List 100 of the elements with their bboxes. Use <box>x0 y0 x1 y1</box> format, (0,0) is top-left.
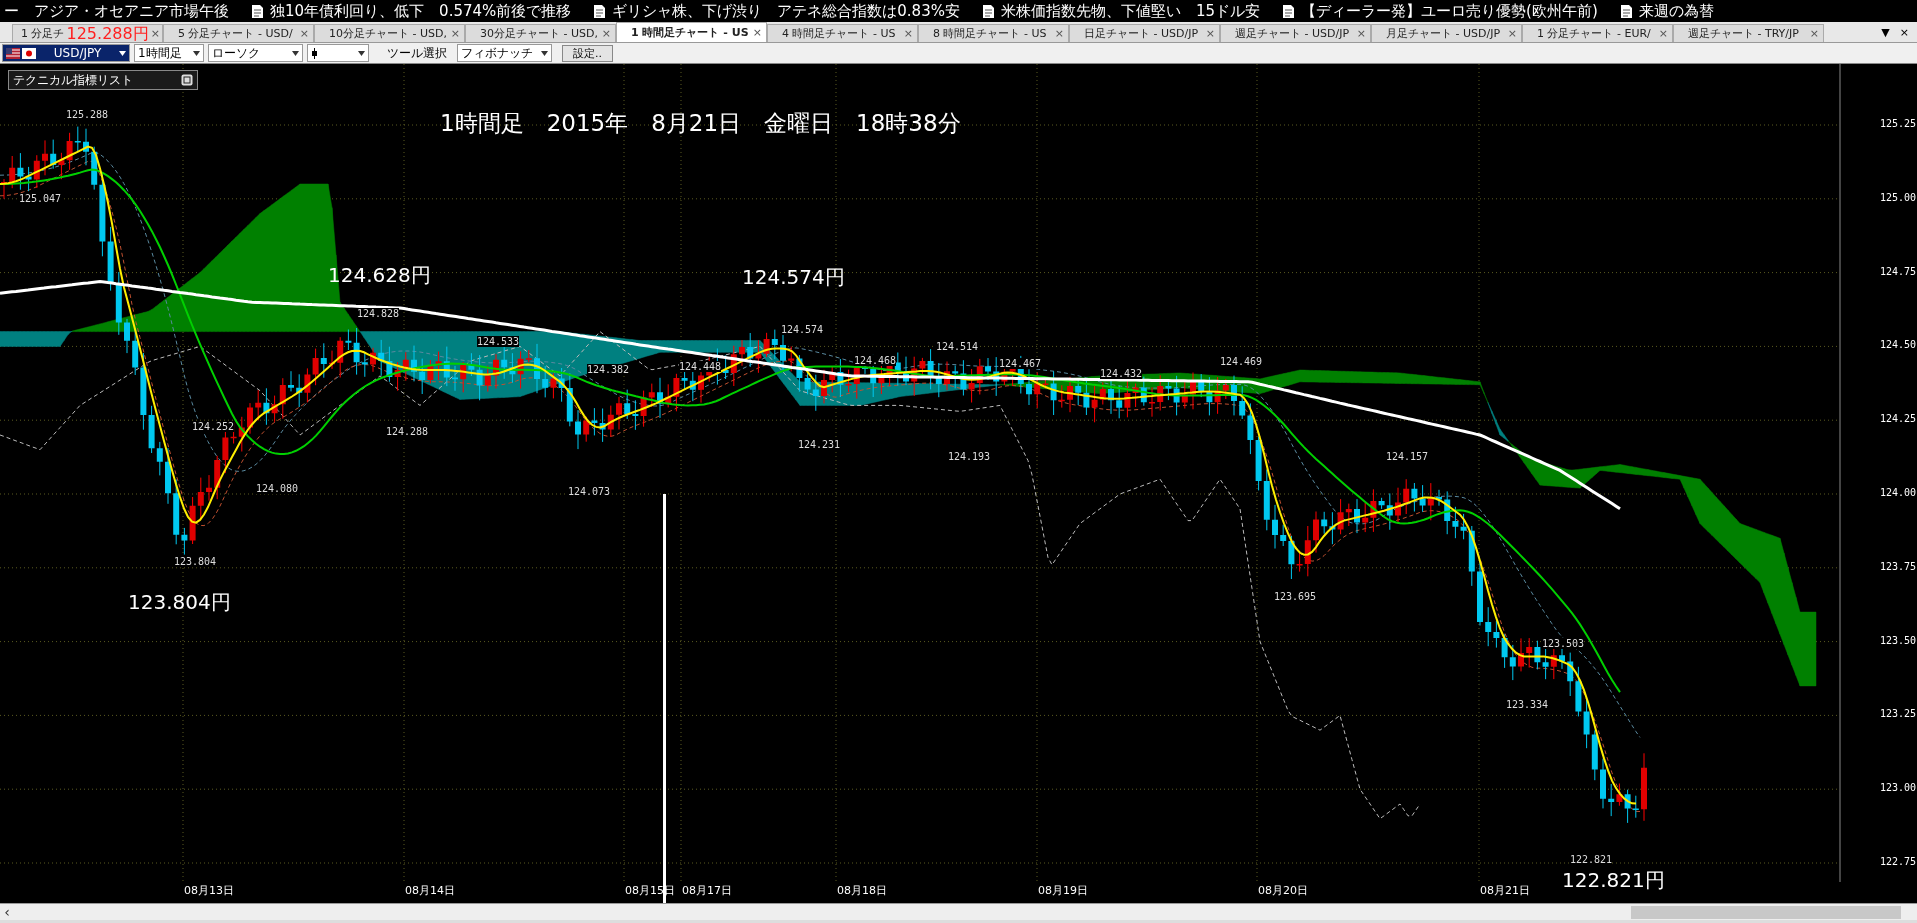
y-axis-label: 123.25 <box>1880 708 1917 720</box>
price-label: 124.432 <box>1100 368 1143 379</box>
price-label: 124.193 <box>948 451 991 462</box>
y-axis-label: 124.25 <box>1880 413 1917 425</box>
scrollbar-thumb[interactable] <box>1631 905 1901 919</box>
panel-title: テクニカル指標リスト <box>13 71 133 89</box>
candlestick-icon <box>311 47 318 59</box>
chart-tab[interactable]: 4 時間足チャート - US × <box>767 24 918 42</box>
restore-icon[interactable] <box>181 74 193 86</box>
chart-tab[interactable]: 10分足チャート - USD, × <box>314 24 465 42</box>
price-annotation: 122.821円 <box>1562 869 1665 891</box>
document-icon <box>981 3 995 19</box>
price-annotation: 124.574円 <box>742 266 845 288</box>
close-icon[interactable]: × <box>1658 27 1668 40</box>
close-icon[interactable]: × <box>150 27 160 40</box>
scroll-left-button[interactable]: ‹ <box>0 904 14 920</box>
price-label: 124.533 <box>477 336 520 347</box>
price-label: 124.382 <box>587 364 630 375</box>
price-label: 124.080 <box>256 483 299 494</box>
price-label: 124.468 <box>854 355 897 366</box>
chart-tab[interactable]: 週足チャート - USD/JP × <box>1220 24 1371 42</box>
news-headline[interactable]: ー アジア・オセアニア市場午後 <box>4 1 229 21</box>
price-annotation: 123.804円 <box>128 591 231 613</box>
chart-tab[interactable]: 30分足チャート - USD, × <box>465 24 616 42</box>
close-icon[interactable]: × <box>299 27 309 40</box>
x-axis-label: 08月21日 <box>1480 883 1530 898</box>
price-label: 124.448 <box>679 361 722 372</box>
close-icon[interactable]: × <box>450 27 460 40</box>
chart-tab[interactable]: 8 時間足チャート - US × <box>918 24 1069 42</box>
chart-tab[interactable]: 月足チャート - USD/JP × <box>1371 24 1522 42</box>
tool-label: ツール選択 <box>387 44 447 62</box>
caret-icon <box>193 50 200 56</box>
price-label: 124.288 <box>386 426 429 437</box>
news-headline[interactable]: ギリシャ株、下げ渋り アテネ総合指数は0.83%安 <box>612 1 960 21</box>
tab-menu-button[interactable]: ▼ <box>1881 25 1890 39</box>
price-annotation: 124.628円 <box>328 264 431 286</box>
y-axis-label: 123.75 <box>1880 560 1917 572</box>
chart-tab[interactable]: 5 分足チャート - USD/ × <box>163 24 314 42</box>
close-icon[interactable]: × <box>1809 27 1819 40</box>
y-axis-label: 123.00 <box>1880 782 1917 794</box>
x-axis-label: 08月20日 <box>1258 883 1308 898</box>
document-icon <box>1282 3 1296 19</box>
close-icon[interactable]: × <box>1899 25 1909 39</box>
x-axis-label: 08月13日 <box>184 883 234 898</box>
price-label: 123.334 <box>1506 699 1549 710</box>
news-headline[interactable]: 【ディーラー発】ユーロ売り優勢(欧州午前) <box>1301 1 1598 21</box>
chart-tab[interactable]: 1 分足チャート - EUR/ × <box>1522 24 1673 42</box>
document-icon <box>251 3 264 19</box>
close-icon[interactable]: × <box>1507 27 1517 40</box>
close-icon[interactable]: × <box>1205 27 1215 40</box>
close-icon[interactable]: × <box>601 27 611 40</box>
news-headline[interactable]: 米株価指数先物、下値堅い 15ドル安 <box>1000 1 1261 21</box>
x-axis-label: 08月18日 <box>837 883 887 898</box>
y-axis-label: 125.00 <box>1880 191 1917 203</box>
caret-icon <box>541 50 548 56</box>
chart-type-dropdown[interactable]: ローソク <box>208 44 303 62</box>
chart-tab[interactable]: 日足チャート - USD/JP × <box>1069 24 1220 42</box>
price-label: 124.157 <box>1386 451 1429 462</box>
x-axis-label: 08月19日 <box>1038 883 1088 898</box>
y-axis-label: 122.75 <box>1880 856 1917 867</box>
chart-title: 1時間足 2015年 8月21日 金曜日 18時38分 <box>440 109 961 138</box>
flag-icon <box>6 47 36 59</box>
price-label: 123.503 <box>1542 638 1585 649</box>
tool-dropdown[interactable]: フィボナッチ <box>457 44 552 62</box>
price-label: 123.695 <box>1274 591 1317 602</box>
y-axis-label: 124.75 <box>1880 265 1917 277</box>
y-axis-label: 125.25 <box>1880 118 1917 129</box>
document-icon <box>593 3 607 19</box>
caret-icon <box>119 50 126 56</box>
close-icon[interactable]: × <box>903 27 913 40</box>
price-label: 124.467 <box>999 358 1042 369</box>
price-label: 123.804 <box>174 556 217 567</box>
chart-tab[interactable]: 週足チャート - TRY/JP × <box>1673 24 1824 42</box>
price-label: 124.469 <box>1220 356 1263 367</box>
close-icon[interactable]: × <box>752 26 762 39</box>
chart-tab[interactable]: 1 時間足チャート - US × <box>616 22 767 42</box>
caret-icon <box>358 50 365 56</box>
price-label: 122.821 <box>1570 854 1613 865</box>
caret-icon <box>292 50 299 56</box>
timeframe-dropdown[interactable]: 1時間足 <box>134 44 204 62</box>
y-axis-label: 123.50 <box>1880 634 1917 646</box>
price-label: 125.047 <box>19 193 62 204</box>
chart-tab[interactable]: 1 分足チ 125.288円× <box>12 24 163 42</box>
close-icon[interactable]: × <box>1356 27 1366 40</box>
indicator-list-panel[interactable]: テクニカル指標リスト <box>8 70 198 90</box>
document-icon <box>1619 3 1633 19</box>
y-axis-label: 124.00 <box>1880 487 1917 498</box>
x-axis-label: 08月14日 <box>405 883 455 898</box>
x-axis-label: 08月15日 <box>625 883 675 898</box>
price-overlay-label: 125.288円 <box>66 25 149 42</box>
price-label: 124.073 <box>568 486 611 497</box>
price-label: 124.231 <box>798 439 841 450</box>
news-headline[interactable]: 独10年債利回り、低下 0.574%前後で推移 <box>270 1 572 21</box>
symbol-dropdown[interactable]: USD/JPY <box>2 44 130 62</box>
y-axis-label: 124.50 <box>1880 339 1917 351</box>
news-headline[interactable]: 来週の為替 <box>1638 1 1714 21</box>
settings-button[interactable]: 設定.. <box>562 44 613 62</box>
candle-style-dropdown[interactable] <box>307 44 369 62</box>
close-icon[interactable]: × <box>1054 27 1064 40</box>
price-label: 124.574 <box>781 324 824 335</box>
